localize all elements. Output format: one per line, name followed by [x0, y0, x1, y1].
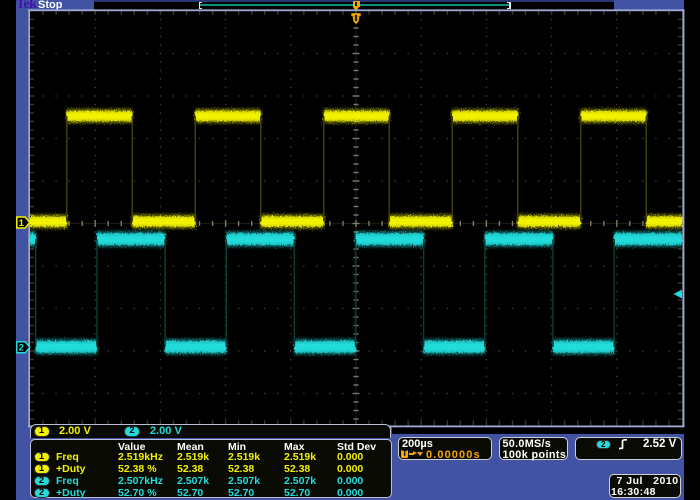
svg-text:1: 1: [19, 218, 25, 229]
svg-text:2: 2: [19, 343, 24, 354]
